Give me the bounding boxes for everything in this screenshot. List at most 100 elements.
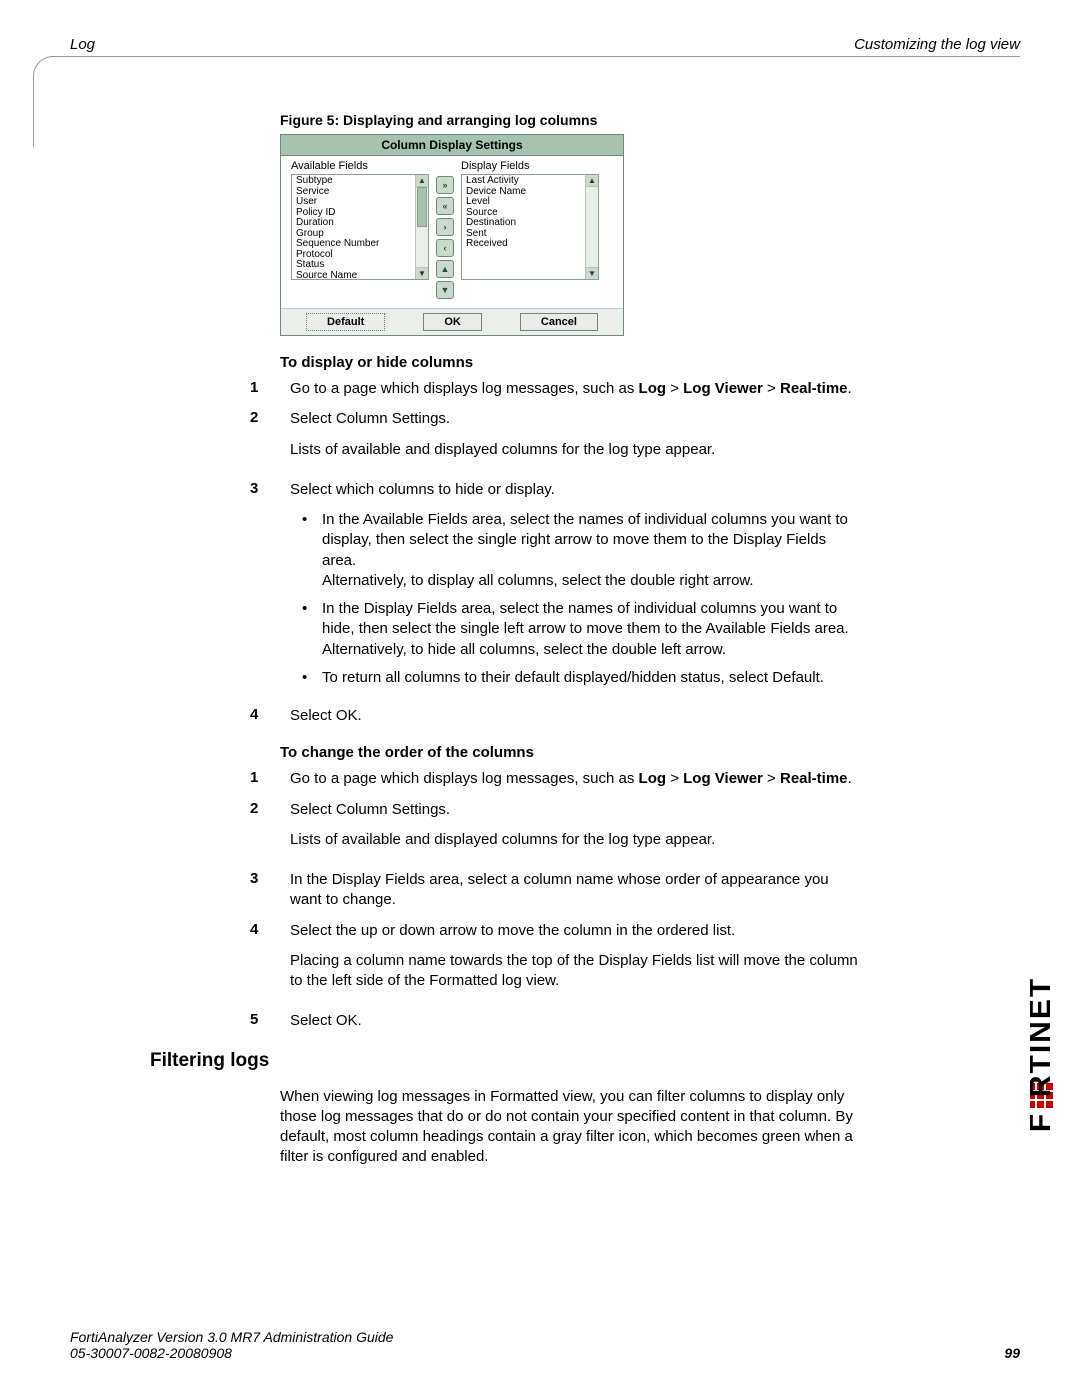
scroll-down-icon[interactable]: ▼ bbox=[416, 267, 428, 279]
scroll-down-icon[interactable]: ▼ bbox=[586, 267, 598, 279]
step-body: Go to a page which displays log messages… bbox=[290, 769, 860, 789]
step-body: Select Column Settings. Lists of availab… bbox=[290, 800, 860, 861]
display-fields-label: Display Fields bbox=[461, 160, 599, 172]
list-item[interactable]: Source Name bbox=[296, 271, 411, 280]
body-text: When viewing log messages in Formatted v… bbox=[280, 1087, 860, 1168]
content: Figure 5: Displaying and arranging log c… bbox=[150, 112, 860, 1183]
display-fields-items[interactable]: Last Activity Device Name Level Source D… bbox=[462, 175, 585, 279]
bullet-item: In the Display Fields area, select the n… bbox=[302, 599, 860, 660]
list-item[interactable]: Status bbox=[296, 260, 411, 271]
breadcrumb: Real-time bbox=[780, 770, 848, 787]
list-item[interactable]: Received bbox=[466, 239, 581, 250]
list-item[interactable]: User bbox=[296, 197, 411, 208]
available-fields-items[interactable]: Subtype Service User Policy ID Duration … bbox=[292, 175, 415, 279]
scroll-up-icon[interactable]: ▲ bbox=[416, 175, 428, 187]
header-section-left: Log bbox=[70, 36, 95, 53]
step-text: Placing a column name towards the top of… bbox=[290, 951, 860, 992]
page-footer: FortiAnalyzer Version 3.0 MR7 Administra… bbox=[70, 1329, 1020, 1361]
step: 3 Select which columns to hide or displa… bbox=[150, 480, 860, 696]
bullet-text: In the Display Fields area, select the n… bbox=[322, 600, 849, 637]
figure-caption: Figure 5: Displaying and arranging log c… bbox=[280, 112, 860, 128]
scrollbar[interactable]: ▲ ▼ bbox=[585, 175, 598, 279]
step-body: Select which columns to hide or display.… bbox=[290, 480, 860, 696]
step-text: Go to a page which displays log messages… bbox=[290, 770, 639, 787]
step-text: Select OK. bbox=[290, 1011, 860, 1031]
list-item[interactable]: Last Activity bbox=[466, 176, 581, 187]
svg-text:F: F bbox=[1030, 1112, 1057, 1132]
step: 5 Select OK. bbox=[150, 1011, 860, 1031]
breadcrumb: Log bbox=[639, 770, 667, 787]
bullet-text: Alternatively, to hide all columns, sele… bbox=[322, 641, 726, 658]
move-down-button[interactable]: ▼ bbox=[436, 281, 454, 299]
header-rule bbox=[50, 56, 1020, 57]
step: 4 Select the up or down arrow to move th… bbox=[150, 921, 860, 1002]
footer-line-2: 05-30007-0082-20080908 bbox=[70, 1345, 232, 1361]
procedure-1: 1 Go to a page which displays log messag… bbox=[150, 379, 860, 726]
step-number: 4 bbox=[150, 921, 290, 1002]
step-number: 1 bbox=[150, 769, 290, 789]
step: 2 Select Column Settings. Lists of avail… bbox=[150, 409, 860, 470]
step-number: 2 bbox=[150, 800, 290, 861]
step-number: 1 bbox=[150, 379, 290, 399]
cancel-button[interactable]: Cancel bbox=[520, 313, 598, 331]
procedure-heading: To change the order of the columns bbox=[280, 744, 860, 761]
list-item[interactable]: Sequence Number bbox=[296, 239, 411, 250]
scroll-track[interactable] bbox=[586, 187, 598, 267]
dialog-footer: Default OK Cancel bbox=[281, 308, 623, 335]
move-all-right-button[interactable]: » bbox=[436, 176, 454, 194]
step-number: 3 bbox=[150, 480, 290, 696]
step-text: Select which columns to hide or display. bbox=[290, 480, 860, 500]
step-body: Select Column Settings. Lists of availab… bbox=[290, 409, 860, 470]
header-curve bbox=[33, 56, 68, 147]
column-display-settings-dialog: Column Display Settings Available Fields… bbox=[280, 134, 624, 336]
list-item[interactable]: Subtype bbox=[296, 176, 411, 187]
move-all-left-button[interactable]: « bbox=[436, 197, 454, 215]
bullet-text: In the Available Fields area, select the… bbox=[322, 511, 848, 569]
list-item[interactable]: Level bbox=[466, 197, 581, 208]
ok-button[interactable]: OK bbox=[423, 313, 482, 331]
available-fields-label: Available Fields bbox=[291, 160, 429, 172]
fortinet-logo: F RTINET bbox=[1030, 977, 1070, 1267]
header-section-right: Customizing the log view bbox=[854, 36, 1020, 53]
step-text: Select Column Settings. bbox=[290, 409, 860, 429]
step-text: Select OK. bbox=[290, 706, 860, 726]
step-text: Select the up or down arrow to move the … bbox=[290, 921, 860, 941]
display-fields-column: Display Fields Last Activity Device Name… bbox=[461, 160, 599, 302]
step-number: 3 bbox=[150, 870, 290, 911]
breadcrumb: Real-time bbox=[780, 380, 848, 397]
step: 2 Select Column Settings. Lists of avail… bbox=[150, 800, 860, 861]
footer-line-1: FortiAnalyzer Version 3.0 MR7 Administra… bbox=[70, 1329, 1020, 1345]
move-left-button[interactable]: ‹ bbox=[436, 239, 454, 257]
step-number: 4 bbox=[150, 706, 290, 726]
step-text: Lists of available and displayed columns… bbox=[290, 440, 860, 460]
dialog-body: Available Fields Subtype Service User Po… bbox=[281, 156, 623, 308]
step: 1 Go to a page which displays log messag… bbox=[150, 769, 860, 789]
step: 4 Select OK. bbox=[150, 706, 860, 726]
list-item[interactable]: Duration bbox=[296, 218, 411, 229]
scrollbar[interactable]: ▲ ▼ bbox=[415, 175, 428, 279]
available-fields-listbox[interactable]: Subtype Service User Policy ID Duration … bbox=[291, 174, 429, 280]
available-fields-column: Available Fields Subtype Service User Po… bbox=[291, 160, 429, 302]
breadcrumb: Log bbox=[639, 380, 667, 397]
scroll-track[interactable] bbox=[416, 187, 428, 267]
breadcrumb: Log Viewer bbox=[683, 770, 763, 787]
move-up-button[interactable]: ▲ bbox=[436, 260, 454, 278]
step-number: 5 bbox=[150, 1011, 290, 1031]
move-arrows: » « › ‹ ▲ ▼ bbox=[429, 160, 461, 302]
page-number: 99 bbox=[1004, 1345, 1020, 1361]
step-text: Go to a page which displays log messages… bbox=[290, 380, 639, 397]
display-fields-listbox[interactable]: Last Activity Device Name Level Source D… bbox=[461, 174, 599, 280]
bullet-item: In the Available Fields area, select the… bbox=[302, 510, 860, 591]
scroll-up-icon[interactable]: ▲ bbox=[586, 175, 598, 187]
step-body: Select the up or down arrow to move the … bbox=[290, 921, 860, 1002]
step-number: 2 bbox=[150, 409, 290, 470]
step: 1 Go to a page which displays log messag… bbox=[150, 379, 860, 399]
step-text: In the Display Fields area, select a col… bbox=[290, 870, 860, 911]
scroll-thumb[interactable] bbox=[417, 187, 427, 227]
procedure-heading: To display or hide columns bbox=[280, 354, 860, 371]
move-right-button[interactable]: › bbox=[436, 218, 454, 236]
list-item[interactable]: Destination bbox=[466, 218, 581, 229]
default-button[interactable]: Default bbox=[306, 313, 385, 331]
svg-text:RTINET: RTINET bbox=[1030, 977, 1057, 1097]
bullet-list: In the Available Fields area, select the… bbox=[290, 510, 860, 688]
